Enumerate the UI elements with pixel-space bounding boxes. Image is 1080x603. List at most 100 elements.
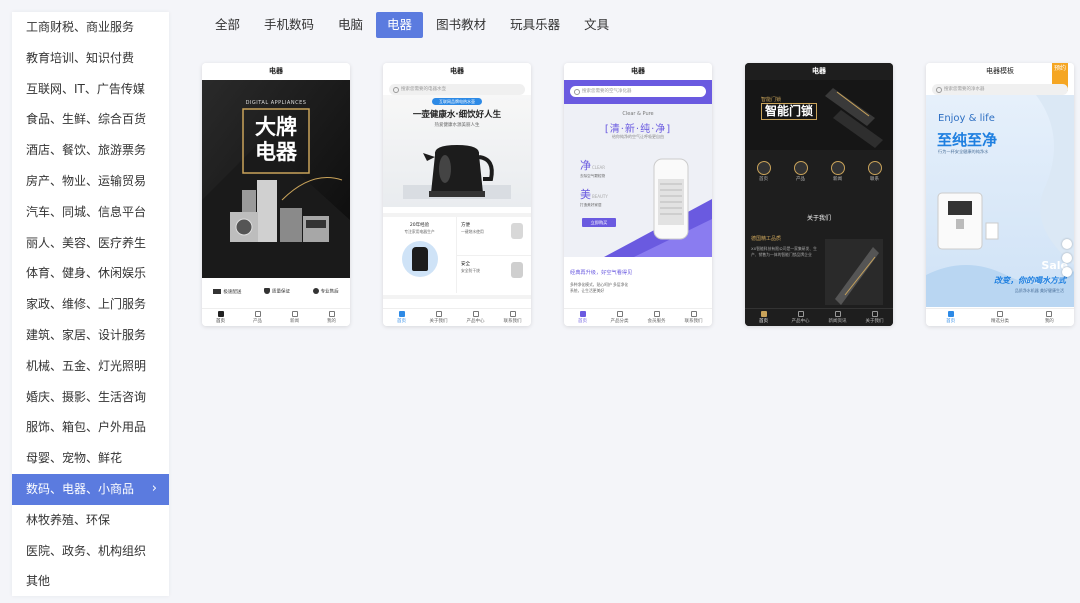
- sidebar-item[interactable]: 其他: [12, 566, 169, 597]
- nav-me[interactable]: 我的: [313, 309, 350, 326]
- tab[interactable]: 电脑: [327, 12, 374, 38]
- sidebar-item-label: 房产、物业、运输贸易: [26, 173, 147, 188]
- icon-products[interactable]: 产品: [793, 161, 808, 191]
- template-card-water-purifier[interactable]: 电器模板 预约 搜索您需要的净水器 Enjoy & life 至纯至净 行为一杯…: [926, 63, 1074, 326]
- about-text: 德国精工品质 XX智能科技有限公司是一家集研发、生产、销售为一体的智能门锁品牌企…: [751, 236, 817, 257]
- section-about: 关于我们: [806, 215, 831, 222]
- headset-icon: [312, 288, 319, 295]
- nav-category[interactable]: 精选分类: [975, 309, 1024, 326]
- sidebar-item-label: 食品、生鲜、综合百货: [26, 112, 147, 127]
- sidebar-item[interactable]: 林牧养殖、环保: [12, 505, 169, 536]
- nav-member[interactable]: 会员服务: [638, 309, 675, 326]
- template-card-air-purifier[interactable]: 电器 搜索您需要的空气净化器 Clear & Pure [清·新·纯·净] 给你…: [564, 63, 712, 326]
- sidebar-item-label: 酒店、餐饮、旅游票务: [26, 143, 147, 158]
- sidebar-item[interactable]: 医院、政务、机构组织: [12, 536, 169, 567]
- sidebar-item[interactable]: 教育培训、知识付费: [12, 43, 169, 74]
- sidebar-item-label: 婚庆、摄影、生活咨询: [26, 389, 147, 404]
- news-icon: [834, 311, 841, 317]
- sidebar-item-label: 其他: [26, 574, 51, 589]
- tab[interactable]: 图书教材: [425, 12, 497, 38]
- icon-news[interactable]: 新闻: [830, 161, 845, 191]
- sidebar-item[interactable]: 母婴、宠物、鲜花: [12, 443, 169, 474]
- brand-en: DIGITAL APPLIANCES: [245, 100, 307, 106]
- nav-home[interactable]: 首页: [926, 309, 975, 326]
- search-strip: 搜索您需要的空气净化器: [564, 80, 712, 104]
- phone-icon[interactable]: [1062, 253, 1072, 263]
- buy-button[interactable]: 立即购买: [582, 218, 616, 227]
- nav-me[interactable]: 我的: [1025, 309, 1074, 326]
- search-bar[interactable]: 搜索您需要的空气净化器: [570, 86, 706, 97]
- nav-about[interactable]: 关于我们: [856, 309, 893, 326]
- feature-quality: 质量保证: [263, 288, 290, 296]
- info-icon: [435, 311, 442, 317]
- nav-contact[interactable]: 联系我们: [494, 309, 531, 326]
- search-bar[interactable]: 搜索您需要的电器水壶: [389, 84, 525, 95]
- icon-contact[interactable]: 联系: [867, 161, 882, 191]
- sidebar-item[interactable]: 建筑、家居、设计服务: [12, 320, 169, 351]
- bottom-nav: 首页 产品 新闻 我的: [202, 308, 350, 326]
- tab[interactable]: 文具: [573, 12, 620, 38]
- tab[interactable]: 手机数码: [253, 12, 325, 38]
- subline: 给你纯净的空气让呼吸更自由: [612, 134, 664, 139]
- nav-about[interactable]: 关于我们: [420, 309, 457, 326]
- user-icon: [1046, 311, 1053, 317]
- card-title: 电器: [564, 63, 712, 80]
- sidebar-item-label: 家政、维修、上门服务: [26, 297, 147, 312]
- sidebar-item[interactable]: 工商财税、商业服务: [12, 12, 169, 43]
- headline-2: 电器: [255, 140, 297, 164]
- sidebar-item-label: 建筑、家居、设计服务: [26, 327, 147, 342]
- nav-news[interactable]: 新闻资讯: [819, 309, 856, 326]
- headline: [清·新·纯·净]: [604, 124, 672, 135]
- beauty-block: 美BEAUTY 打造美好家居: [580, 188, 608, 207]
- template-card-smart-lock[interactable]: 电器 智能门锁 智能门锁 首页 产品 新闻 联系 关于我们 德国精工品质 XX智…: [745, 63, 893, 326]
- sidebar-item[interactable]: 酒店、餐饮、旅游票务: [12, 135, 169, 166]
- sidebar-item[interactable]: 丽人、美容、医疗养生: [12, 228, 169, 259]
- feature-safe: 安全 安全防干烧: [457, 256, 531, 294]
- sidebar-item[interactable]: 食品、生鲜、综合百货: [12, 104, 169, 135]
- nav-home[interactable]: 首页: [564, 309, 601, 326]
- sidebar-item[interactable]: 房产、物业、运输贸易: [12, 166, 169, 197]
- sidebar-item[interactable]: 婚庆、摄影、生活咨询: [12, 382, 169, 413]
- news-icon: [291, 311, 298, 317]
- nav-news[interactable]: 新闻: [276, 309, 313, 326]
- nav-products[interactable]: 产品中心: [457, 309, 494, 326]
- grid-icon: [472, 311, 479, 317]
- grid-icon: [616, 311, 623, 317]
- sidebar-item[interactable]: 服饰、箱包、户外用品: [12, 412, 169, 443]
- template-card-appliances-dark[interactable]: 电器 DIGITAL APPLIANCES 大牌 电器 极速配送 质量保证 专业…: [202, 63, 350, 326]
- nav-products[interactable]: 产品中心: [782, 309, 819, 326]
- nav-products[interactable]: 产品: [239, 309, 276, 326]
- feature-convenient: 方便 一键烧水使用: [457, 217, 531, 256]
- sidebar-item[interactable]: 汽车、同城、信息平台: [12, 197, 169, 228]
- nav-home[interactable]: 首页: [202, 309, 239, 326]
- nav-category[interactable]: 产品分类: [601, 309, 638, 326]
- nav-home[interactable]: 首页: [745, 309, 782, 326]
- sidebar-item[interactable]: 互联网、IT、广告传媒: [12, 74, 169, 105]
- sidebar-item[interactable]: 数码、电器、小商品 ›: [12, 473, 169, 505]
- template-card-kettle[interactable]: 电器 搜索您需要的电器水壶 互联网品牌电热水壶 一壶健康水·细饮好人生 热爱健康…: [383, 63, 531, 326]
- badge: 互联网品牌电热水壶: [432, 98, 482, 105]
- chevron-right-icon: ›: [151, 480, 157, 496]
- category-sidebar: 工商财税、商业服务 教育培训、知识付费 互联网、IT、广告传媒食品、生鲜、综合百货酒…: [12, 12, 169, 596]
- tab[interactable]: 电器: [376, 12, 424, 38]
- card-title: 电器: [202, 63, 350, 80]
- sidebar-item[interactable]: 机械、五金、灯光照明: [12, 351, 169, 382]
- sidebar-item[interactable]: 家政、维修、上门服务: [12, 289, 169, 320]
- search-bar[interactable]: 搜索您需要的净水器: [932, 84, 1068, 95]
- tab[interactable]: 玩具乐器: [499, 12, 571, 38]
- hero-banner: Clear & Pure [清·新·纯·净] 给你纯净的空气让呼吸更自由 净CL…: [564, 104, 712, 257]
- nav-contact[interactable]: 联系我们: [675, 309, 712, 326]
- sidebar-item-label: 服饰、箱包、户外用品: [26, 420, 147, 435]
- shield-icon: [263, 288, 270, 295]
- sidebar-item-label: 数码、电器、小商品: [26, 481, 135, 496]
- sidebar-item[interactable]: 体育、健身、休闲娱乐: [12, 258, 169, 289]
- sidebar-item-label: 汽车、同城、信息平台: [26, 204, 147, 219]
- nav-home[interactable]: 首页: [383, 309, 420, 326]
- card-title: 电器模板: [926, 63, 1074, 80]
- tab[interactable]: 全部: [204, 12, 251, 38]
- home-icon: [217, 311, 224, 317]
- phone-icon: [690, 311, 697, 317]
- link-icon[interactable]: [1062, 267, 1072, 277]
- share-icon[interactable]: [1062, 239, 1072, 249]
- icon-home[interactable]: 首页: [756, 161, 771, 191]
